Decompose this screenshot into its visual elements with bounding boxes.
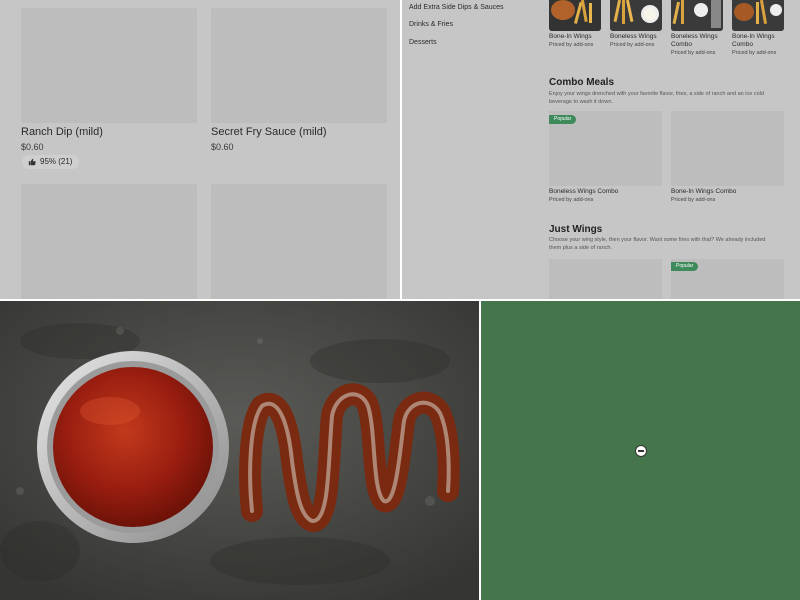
featured-image-bone-in-wings[interactable] — [549, 0, 601, 31]
section-desc-just-wings: Choose your wing style, then your flavor… — [549, 237, 766, 251]
featured-name[interactable]: Bone-In Wings Combo — [732, 33, 788, 49]
featured-image-bone-in-wings-combo[interactable] — [732, 0, 784, 31]
wings-card[interactable] — [549, 259, 662, 299]
minus-circle-icon[interactable] — [635, 445, 647, 457]
combo-item-sub: Priced by add-ons — [549, 197, 594, 203]
sauce-image — [0, 301, 479, 600]
item-image-placeholder[interactable] — [211, 184, 387, 299]
nav-item-side-dips[interactable]: Add Extra Side Dips & Sauces — [409, 4, 504, 11]
section-desc-combo-meals: Enjoy your wings drenched with your favo… — [549, 91, 764, 105]
combo-card-bone-in[interactable] — [671, 111, 784, 186]
item-price: $0.60 — [211, 142, 234, 152]
menu-items-grid: Ranch Dip (mild) $0.60 95% (21) Secret F… — [0, 0, 400, 299]
store-menu-panel: Add Extra Side Dips & Sauces Drinks & Fr… — [402, 0, 800, 299]
featured-sub: Priced by add-ons — [671, 50, 716, 56]
featured-name[interactable]: Bone-In Wings — [549, 33, 605, 41]
nav-item-desserts[interactable]: Desserts — [409, 39, 437, 46]
item-price: $0.60 — [21, 142, 44, 152]
section-title-just-wings: Just Wings — [549, 224, 603, 235]
featured-name[interactable]: Boneless Wings Combo — [671, 33, 727, 49]
featured-sub: Priced by add-ons — [610, 42, 655, 48]
sauce-photo — [0, 301, 479, 600]
section-title-combo-meals: Combo Meals — [549, 77, 615, 88]
popular-badge: Popular — [549, 115, 577, 124]
featured-image-boneless-wings-combo[interactable] — [671, 0, 723, 31]
featured-sub: Priced by add-ons — [549, 42, 594, 48]
thumbs-up-icon — [28, 158, 36, 166]
combo-item-name[interactable]: Boneless Wings Combo — [549, 188, 618, 195]
rating-badge: 95% (21) — [22, 155, 80, 169]
combo-item-name[interactable]: Bone-In Wings Combo — [671, 188, 736, 195]
item-image-placeholder[interactable] — [21, 184, 197, 299]
featured-sub: Priced by add-ons — [732, 50, 777, 56]
rating-text: 95% (21) — [40, 157, 73, 166]
item-image-ranch-dip[interactable] — [21, 8, 197, 123]
item-name[interactable]: Ranch Dip (mild) — [21, 126, 103, 138]
item-name[interactable]: Secret Fry Sauce (mild) — [211, 126, 327, 138]
popular-badge: Popular — [671, 262, 699, 271]
nav-item-drinks-fries[interactable]: Drinks & Fries — [409, 21, 453, 28]
featured-image-boneless-wings[interactable] — [610, 0, 662, 31]
combo-item-sub: Priced by add-ons — [671, 197, 716, 203]
featured-name[interactable]: Boneless Wings — [610, 33, 666, 41]
item-image-secret-fry-sauce[interactable] — [211, 8, 387, 123]
green-panel — [481, 301, 800, 600]
